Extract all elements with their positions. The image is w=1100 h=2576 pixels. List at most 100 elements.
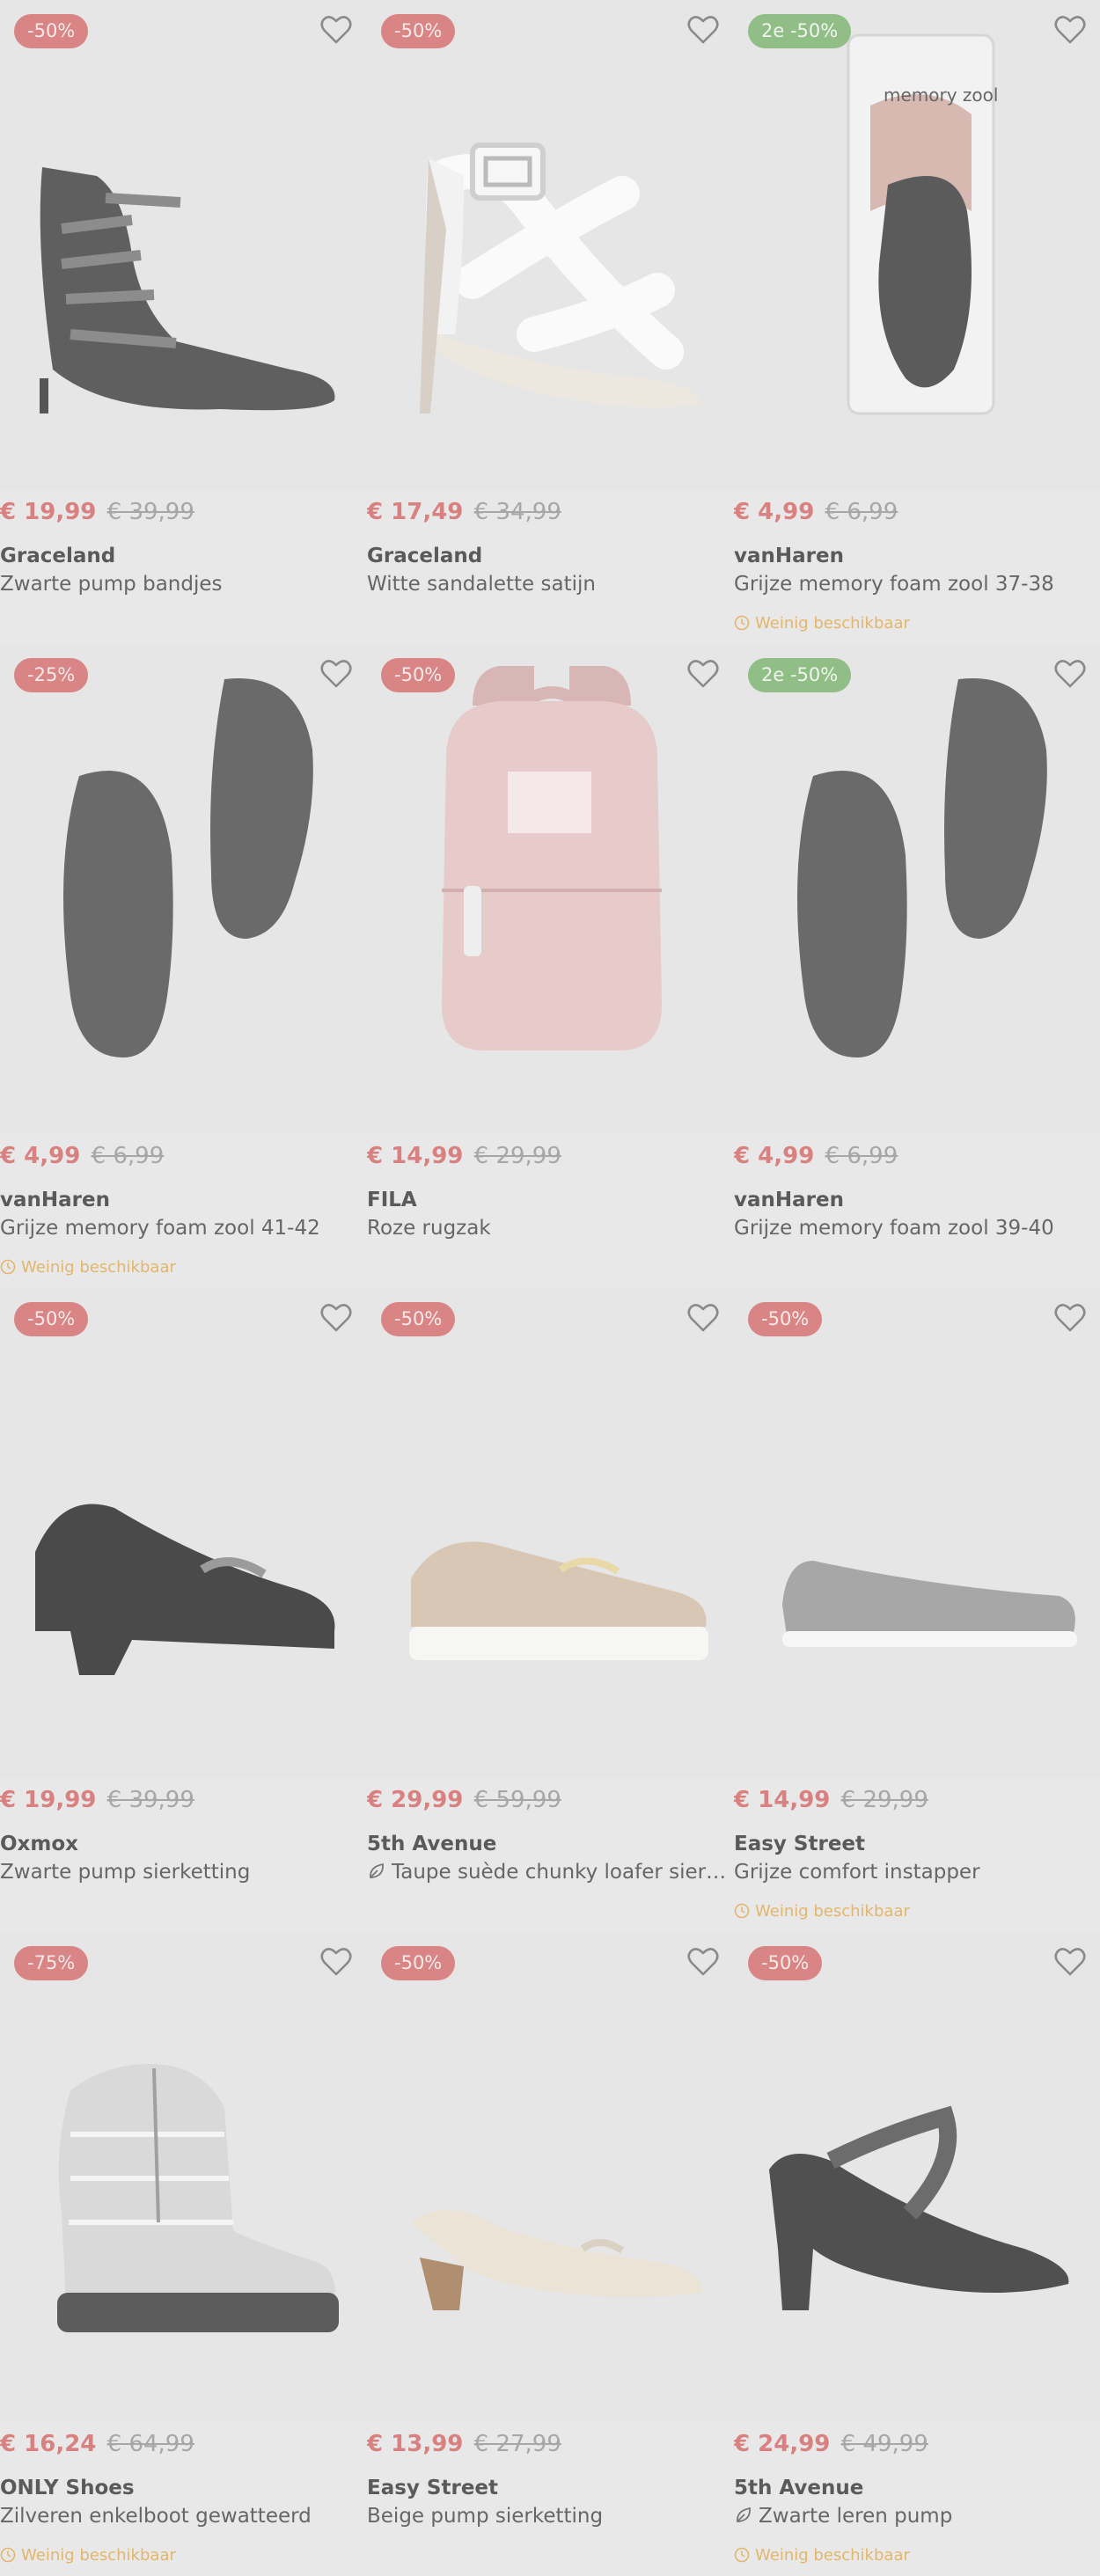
product-image[interactable]: -50% xyxy=(0,0,367,490)
product-card[interactable]: -50% € 29,99 € 59,99 5th Avenue Taupe su… xyxy=(367,1288,734,1932)
product-card[interactable]: -50% € 14,99 € 29,99 FILA Roze rugzak xyxy=(367,644,734,1288)
brand-name: 5th Avenue xyxy=(367,1833,497,1855)
product-title[interactable]: Taupe suède chunky loafer sierk... xyxy=(367,1861,730,1884)
product-image[interactable]: -50% xyxy=(367,0,734,490)
product-card[interactable]: -50% € 17,49 € 34,99 Graceland Witte san… xyxy=(367,0,734,644)
product-info[interactable]: € 19,99 € 39,99 Graceland Zwarte pump ba… xyxy=(0,490,367,644)
leaf-icon xyxy=(737,2506,751,2522)
product-info[interactable]: € 29,99 € 59,99 5th Avenue Taupe suède c… xyxy=(367,1778,734,1932)
product-title[interactable]: Zwarte pump sierketting xyxy=(0,1861,250,1884)
brand-name: FILA xyxy=(367,1189,417,1211)
discount-badge: 2e -50% xyxy=(748,14,852,48)
favorite-heart-icon[interactable] xyxy=(320,15,352,45)
original-price: € 39,99 xyxy=(106,1787,194,1813)
product-title[interactable]: Beige pump sierketting xyxy=(367,2505,603,2528)
price-row: € 24,99 € 49,99 xyxy=(734,2431,928,2457)
clock-icon xyxy=(0,1259,16,1275)
product-image[interactable]: -50% xyxy=(734,1288,1100,1778)
product-image[interactable]: -50% xyxy=(367,1932,734,2422)
favorite-heart-icon[interactable] xyxy=(320,1947,352,1977)
product-info[interactable]: € 24,99 € 49,99 5th Avenue Zwarte leren … xyxy=(734,2422,1100,2576)
product-info[interactable]: € 14,99 € 29,99 Easy Street Grijze comfo… xyxy=(734,1778,1100,1932)
product-title[interactable]: Zwarte pump bandjes xyxy=(0,573,222,596)
price-row: € 19,99 € 39,99 xyxy=(0,499,194,525)
product-title[interactable]: Grijze comfort instapper xyxy=(734,1861,980,1884)
product-card[interactable]: -50% € 19,99 € 39,99 Graceland Zwarte pu… xyxy=(0,0,367,644)
product-title-text: Zilveren enkelboot gewatteerd xyxy=(0,2505,312,2528)
product-title-text: Witte sandalette satijn xyxy=(367,573,596,596)
stock-status: Weinig beschikbaar xyxy=(0,1258,176,1277)
discount-badge: -50% xyxy=(381,1946,456,1980)
product-title[interactable]: Grijze memory foam zool 37-38 xyxy=(734,573,1054,596)
discount-badge: 2e -50% xyxy=(748,658,852,692)
stock-status: Weinig beschikbaar xyxy=(0,2546,176,2565)
stock-text: Weinig beschikbaar xyxy=(21,2546,176,2565)
clock-icon xyxy=(734,2547,750,2563)
product-title[interactable]: Grijze memory foam zool 41-42 xyxy=(0,1217,320,1240)
product-image[interactable]: memory zool 2e -50% xyxy=(734,0,1100,490)
price-row: € 4,99 € 6,99 xyxy=(734,1143,898,1169)
favorite-heart-icon[interactable] xyxy=(1054,659,1086,689)
discount-badge: -50% xyxy=(381,1302,456,1336)
favorite-heart-icon[interactable] xyxy=(687,659,719,689)
product-title[interactable]: Grijze memory foam zool 39-40 xyxy=(734,1217,1054,1240)
current-price: € 4,99 xyxy=(734,1143,815,1169)
product-card[interactable]: -50% € 14,99 € 29,99 Easy Street Grijze … xyxy=(734,1288,1100,1932)
product-info[interactable]: € 4,99 € 6,99 vanHaren Grijze memory foa… xyxy=(734,490,1100,644)
original-price: € 6,99 xyxy=(825,499,898,525)
product-title-text: Grijze comfort instapper xyxy=(734,1861,980,1884)
favorite-heart-icon[interactable] xyxy=(1054,1947,1086,1977)
favorite-heart-icon[interactable] xyxy=(320,659,352,689)
grey-knit-flat-icon xyxy=(782,1561,1077,1647)
product-image[interactable]: -50% xyxy=(367,1288,734,1778)
product-card[interactable]: memory zool 2e -50% € 4,99 € 6,99 vanHar… xyxy=(734,0,1100,644)
brand-name: Easy Street xyxy=(367,2477,499,2499)
stock-status: Weinig beschikbaar xyxy=(734,2546,910,2565)
brand-name: vanHaren xyxy=(734,545,844,567)
product-image[interactable]: -25% xyxy=(0,644,367,1134)
product-card[interactable]: -75% € 16,24 € 64,99 ONLY Shoes Zilveren… xyxy=(0,1932,367,2576)
product-info[interactable]: € 19,99 € 39,99 Oxmox Zwarte pump sierke… xyxy=(0,1778,367,1932)
product-title[interactable]: Roze rugzak xyxy=(367,1217,491,1240)
product-card[interactable]: -50% € 24,99 € 49,99 5th Avenue Zwarte l… xyxy=(734,1932,1100,2576)
product-card[interactable]: -50% € 13,99 € 27,99 Easy Street Beige p… xyxy=(367,1932,734,2576)
product-card[interactable]: -25% € 4,99 € 6,99 vanHaren Grijze memor… xyxy=(0,644,367,1288)
product-title-text: Grijze memory foam zool 39-40 xyxy=(734,1217,1054,1240)
product-info[interactable]: € 14,99 € 29,99 FILA Roze rugzak xyxy=(367,1134,734,1288)
product-image[interactable]: -50% xyxy=(734,1932,1100,2422)
product-image[interactable]: 2e -50% xyxy=(734,644,1100,1134)
favorite-heart-icon[interactable] xyxy=(687,15,719,45)
original-price: € 34,99 xyxy=(473,499,561,525)
product-image[interactable]: -50% xyxy=(367,644,734,1134)
product-info[interactable]: € 17,49 € 34,99 Graceland Witte sandalet… xyxy=(367,490,734,644)
discount-badge: -50% xyxy=(748,1302,823,1336)
product-info[interactable]: € 13,99 € 27,99 Easy Street Beige pump s… xyxy=(367,2422,734,2576)
product-info[interactable]: € 4,99 € 6,99 vanHaren Grijze memory foa… xyxy=(734,1134,1100,1288)
favorite-heart-icon[interactable] xyxy=(1054,1303,1086,1333)
original-price: € 59,99 xyxy=(473,1787,561,1813)
product-title-text: Taupe suède chunky loafer sierk... xyxy=(392,1861,730,1884)
favorite-heart-icon[interactable] xyxy=(687,1947,719,1977)
original-price: € 27,99 xyxy=(473,2431,561,2457)
product-title[interactable]: Zilveren enkelboot gewatteerd xyxy=(0,2505,312,2528)
leaf-icon xyxy=(370,1862,384,1878)
product-image[interactable]: -50% xyxy=(0,1288,367,1778)
original-price: € 6,99 xyxy=(91,1143,165,1169)
product-card[interactable]: -50% € 19,99 € 39,99 Oxmox Zwarte pump s… xyxy=(0,1288,367,1932)
price-row: € 16,24 € 64,99 xyxy=(0,2431,194,2457)
clock-icon xyxy=(734,1903,750,1919)
product-title[interactable]: Witte sandalette satijn xyxy=(367,573,596,596)
product-title[interactable]: Zwarte leren pump xyxy=(734,2505,952,2528)
original-price: € 29,99 xyxy=(473,1143,561,1169)
current-price: € 4,99 xyxy=(734,499,815,525)
product-image[interactable]: -75% xyxy=(0,1932,367,2422)
price-row: € 13,99 € 27,99 xyxy=(367,2431,561,2457)
favorite-heart-icon[interactable] xyxy=(1054,15,1086,45)
product-info[interactable]: € 16,24 € 64,99 ONLY Shoes Zilveren enke… xyxy=(0,2422,367,2576)
product-info[interactable]: € 4,99 € 6,99 vanHaren Grijze memory foa… xyxy=(0,1134,367,1288)
brand-name: Easy Street xyxy=(734,1833,866,1855)
favorite-heart-icon[interactable] xyxy=(687,1303,719,1333)
product-title-text: Grijze memory foam zool 41-42 xyxy=(0,1217,320,1240)
favorite-heart-icon[interactable] xyxy=(320,1303,352,1333)
product-card[interactable]: 2e -50% € 4,99 € 6,99 vanHaren Grijze me… xyxy=(734,644,1100,1288)
